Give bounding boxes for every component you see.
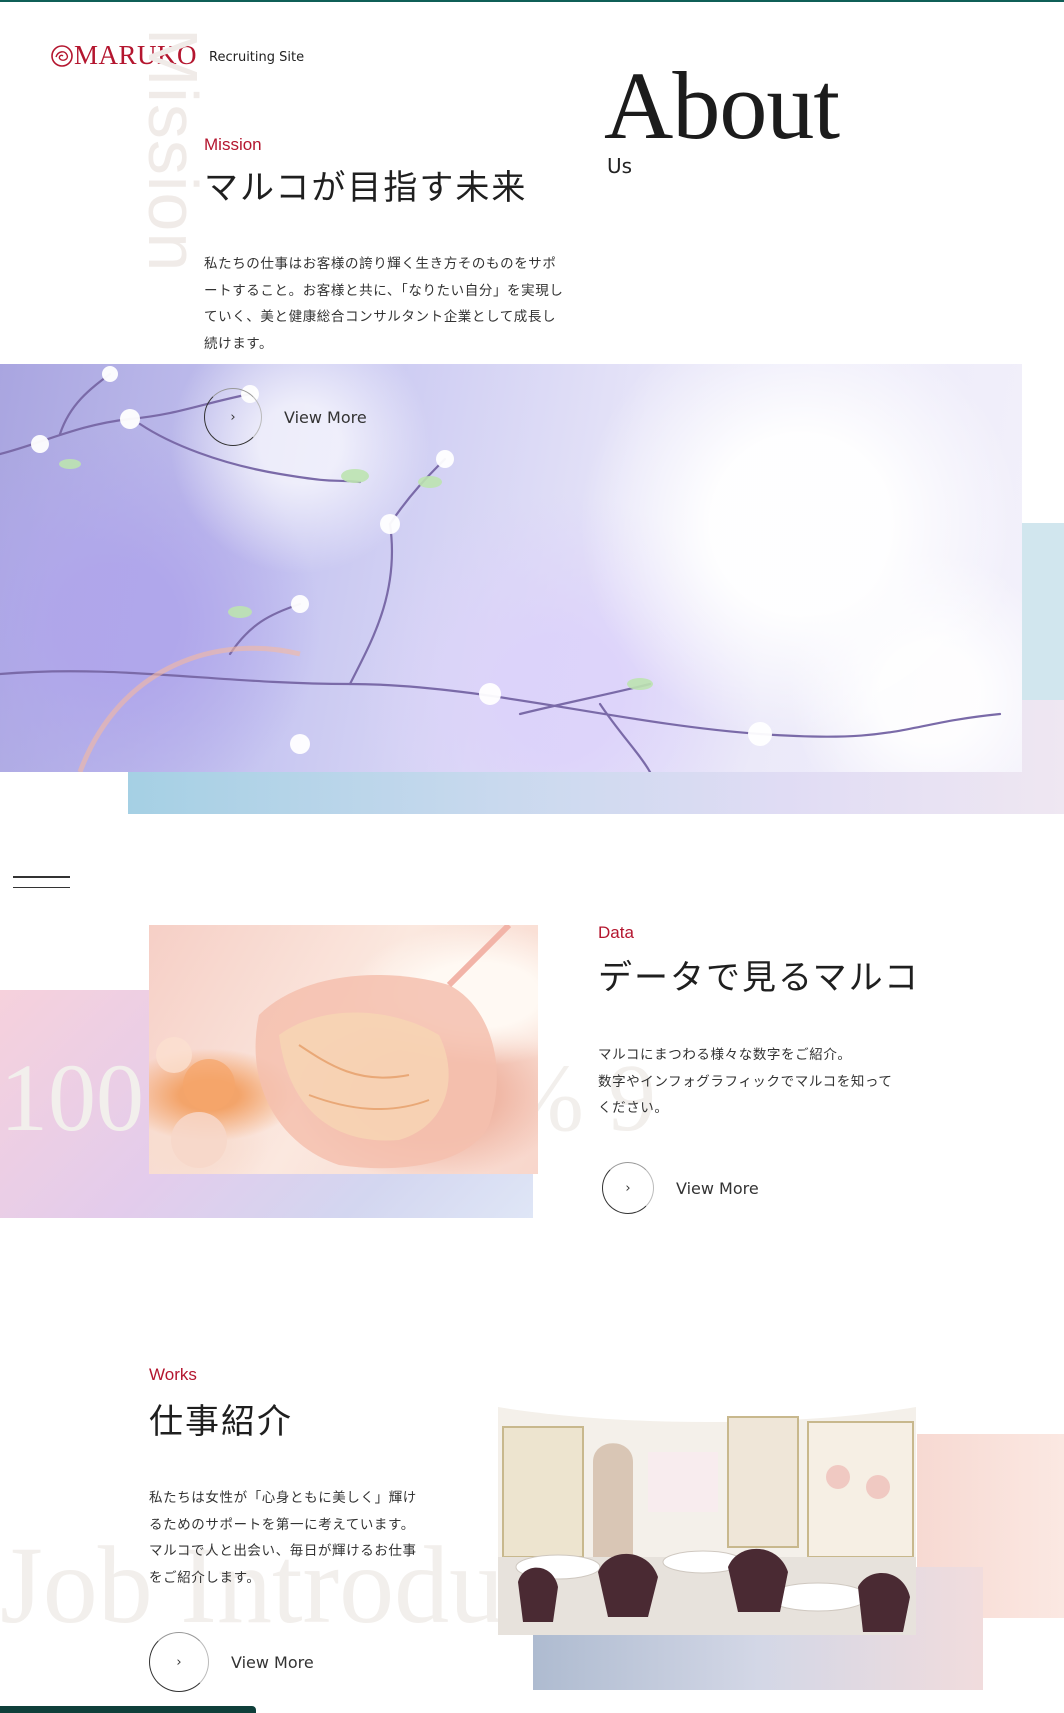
chevron-right-icon: › (149, 1632, 209, 1692)
works-body-line: るためのサポートを第一に考えています。 (149, 1516, 415, 1533)
rose-logo-icon (51, 44, 73, 67)
data-title: データで見るマルコ (598, 958, 920, 998)
mission-body-line: 続けます。 (204, 335, 274, 352)
view-more-label: View More (284, 407, 367, 427)
lingerie-illustration (156, 925, 512, 1169)
bottom-accent-bar (0, 1706, 256, 1713)
page-title: About (604, 52, 840, 159)
brand-subtitle: Recruiting Site (209, 50, 305, 65)
works-view-more-button[interactable]: › View More (149, 1632, 314, 1692)
data-lingerie-image (149, 925, 538, 1174)
works-salon-image (498, 1367, 916, 1635)
chevron-right-icon: › (602, 1162, 654, 1214)
mission-body-line: ートすること。お客様と共に、「なりたい自分」を実現し (204, 282, 564, 299)
works-label: Works (149, 1365, 197, 1384)
hero-blossom-image (0, 364, 1022, 772)
data-view-more-button[interactable]: › View More (602, 1162, 759, 1214)
data-label: Data (598, 923, 634, 942)
mission-body-line: 私たちの仕事はお客様の誇り輝く生き方そのものをサポ (204, 256, 557, 272)
works-body: 私たちは女性が「心身ともに美しく」輝け るためのサポートを第一に考えています。 … (149, 1485, 449, 1591)
page-subtitle: Us (607, 154, 633, 178)
mission-body: 私たちの仕事はお客様の誇り輝く生き方そのものをサポ ートすること。お客様と共に、… (204, 251, 584, 357)
salon-interior-illustration (498, 1367, 916, 1635)
mission-title: マルコが目指す未来 (204, 168, 528, 208)
chevron-right-icon: › (204, 388, 262, 446)
works-body-line: をご紹介します。 (149, 1569, 261, 1586)
data-body-line: ください。 (598, 1100, 669, 1116)
menu-icon[interactable] (13, 876, 70, 897)
mission-watermark: Mission (134, 28, 212, 273)
blossom-branches-illustration (0, 366, 1002, 772)
works-title: 仕事紹介 (149, 1402, 293, 1442)
mission-body-line: ていく、美と健康総合コンサルタント企業として成長し (204, 309, 557, 325)
view-more-label: View More (231, 1652, 314, 1672)
works-body-line: 私たちは女性が「心身ともに美しく」輝け (149, 1490, 417, 1506)
data-body-line: 数字やインフォグラフィックでマルコを知って (598, 1073, 893, 1090)
hero-side-accent (1022, 523, 1064, 703)
mission-view-more-button[interactable]: › View More (204, 388, 367, 446)
data-body: マルコにまつわる様々な数字をご紹介。 数字やインフォグラフィックでマルコを知って… (598, 1042, 938, 1122)
works-body-line: マルコで人と出会い、毎日が輝けるお仕事 (149, 1543, 417, 1559)
mission-label: Mission (204, 135, 262, 154)
top-accent-line (0, 0, 1064, 2)
data-body-line: マルコにまつわる様々な数字をご紹介。 (598, 1047, 852, 1063)
view-more-label: View More (676, 1178, 759, 1198)
